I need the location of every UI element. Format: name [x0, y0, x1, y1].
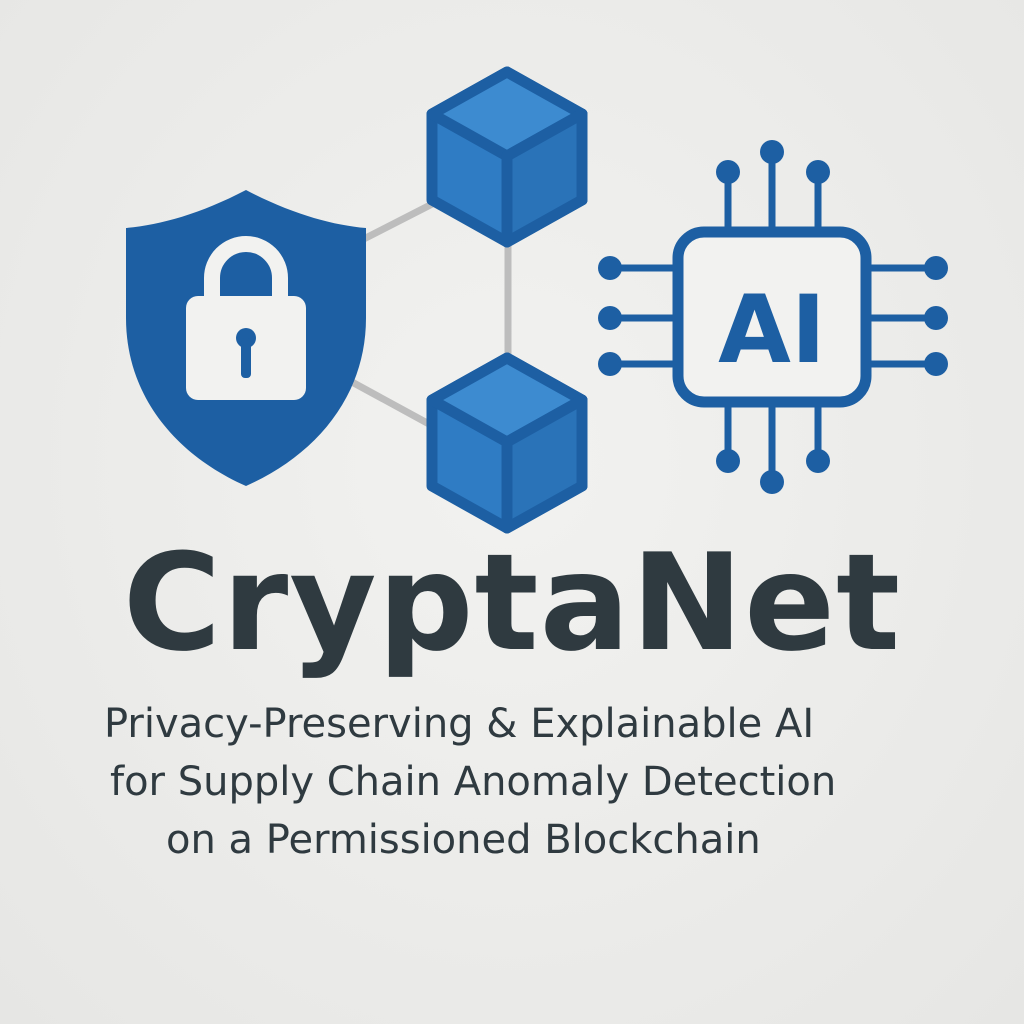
ai-chip-icon: AI [598, 140, 948, 494]
tagline-line-2: for Supply Chain Anomaly Detection [110, 759, 837, 805]
tagline-line-1: Privacy-Preserving & Explainable AI [104, 701, 815, 747]
logo-canvas: AI CryptaNet Privacy-Preserving & Explai… [0, 0, 1024, 1024]
logo-emblem: AI [126, 66, 948, 534]
chip-label: AI [718, 276, 826, 385]
tagline-line-3: on a Permissioned Blockchain [166, 817, 761, 863]
tagline: Privacy-Preserving & Explainable AI for … [0, 695, 1024, 869]
shield-lock-icon [126, 190, 366, 486]
blockchain-cube-top-icon [426, 66, 588, 248]
brand-title: CryptaNet [122, 525, 902, 681]
blockchain-cube-bottom-icon [426, 352, 588, 534]
